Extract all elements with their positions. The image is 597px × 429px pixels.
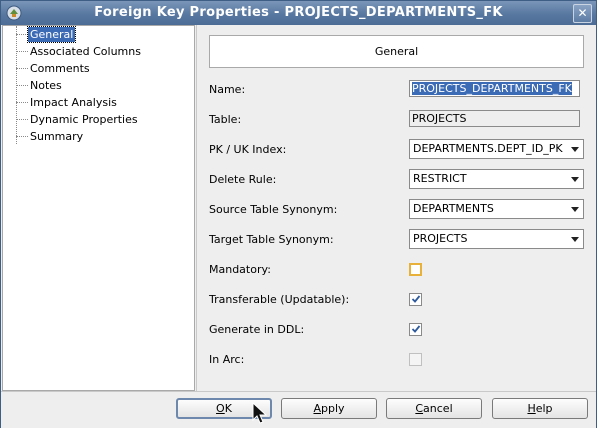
table-label: Table: xyxy=(209,113,242,126)
delete-rule-label: Delete Rule: xyxy=(209,173,277,186)
ok-mnemonic: O xyxy=(216,402,225,415)
delete-rule-value: RESTRICT xyxy=(413,172,467,185)
apply-mnemonic: A xyxy=(313,402,321,415)
navigation-tree: General Associated Columns Comments Note… xyxy=(2,25,195,391)
nav-item-label: Notes xyxy=(30,79,62,92)
apply-button[interactable]: Apply xyxy=(281,398,377,419)
nav-item-label: Summary xyxy=(30,130,84,143)
cancel-mnemonic: C xyxy=(415,402,424,415)
chevron-down-icon xyxy=(570,234,580,244)
target-table-synonym-select[interactable]: PROJECTS xyxy=(409,229,584,249)
title-bar[interactable]: Foreign Key Properties - PROJECTS_DEPART… xyxy=(1,1,596,25)
dialog-body: General Associated Columns Comments Note… xyxy=(1,25,596,391)
checkmark-icon xyxy=(411,295,421,303)
mandatory-label: Mandatory: xyxy=(209,263,271,276)
in-arc-label: In Arc: xyxy=(209,353,245,366)
source-table-synonym-select[interactable]: DEPARTMENTS xyxy=(409,199,584,219)
general-properties-panel: General Name: PROJECTS_DEPARTMENTS_FK Ta… xyxy=(196,25,596,391)
nav-item-label: Comments xyxy=(30,62,90,75)
mandatory-checkbox[interactable] xyxy=(409,263,422,276)
cancel-button[interactable]: Cancel xyxy=(386,398,482,419)
button-bar: OK Apply Cancel Help xyxy=(1,391,596,428)
help-label-rest: elp xyxy=(535,402,553,415)
help-mnemonic: H xyxy=(527,402,536,415)
name-field-value: PROJECTS_DEPARTMENTS_FK xyxy=(412,82,572,95)
panel-header: General xyxy=(209,35,584,68)
ok-label-rest: K xyxy=(224,402,232,415)
transferable-label: Transferable (Updatable): xyxy=(209,293,350,306)
chevron-down-icon xyxy=(570,144,580,154)
apply-label-rest: pply xyxy=(321,402,345,415)
checkmark-icon xyxy=(411,325,421,333)
generate-in-ddl-checkbox[interactable] xyxy=(409,323,422,336)
delete-rule-select[interactable]: RESTRICT xyxy=(409,169,584,189)
cancel-label-rest: ancel xyxy=(423,402,453,415)
close-icon[interactable]: ✕ xyxy=(573,4,592,23)
nav-item-label: Associated Columns xyxy=(30,45,141,58)
pk-uk-index-value: DEPARTMENTS.DEPT_ID_PK xyxy=(413,142,563,155)
source-table-synonym-value: DEPARTMENTS xyxy=(413,202,494,215)
chevron-down-icon xyxy=(570,204,580,214)
transferable-checkbox[interactable] xyxy=(409,293,422,306)
nav-item-label: General xyxy=(26,26,77,43)
pk-uk-index-label: PK / UK Index: xyxy=(209,143,287,156)
help-button[interactable]: Help xyxy=(492,398,588,419)
table-field: PROJECTS xyxy=(409,110,580,127)
target-table-synonym-value: PROJECTS xyxy=(413,232,468,245)
mouse-pointer-icon xyxy=(252,401,268,429)
target-table-synonym-label: Target Table Synonym: xyxy=(209,233,334,246)
window-title: Foreign Key Properties - PROJECTS_DEPART… xyxy=(94,5,503,20)
name-field[interactable]: PROJECTS_DEPARTMENTS_FK xyxy=(409,80,580,97)
chevron-down-icon xyxy=(570,174,580,184)
source-table-synonym-label: Source Table Synonym: xyxy=(209,203,338,216)
in-arc-checkbox xyxy=(409,353,422,366)
pk-uk-index-select[interactable]: DEPARTMENTS.DEPT_ID_PK xyxy=(409,139,584,159)
nav-item-label: Dynamic Properties xyxy=(30,113,138,126)
nav-item-label: Impact Analysis xyxy=(30,96,117,109)
name-label: Name: xyxy=(209,83,246,96)
foreign-key-properties-dialog: Foreign Key Properties - PROJECTS_DEPART… xyxy=(0,0,597,428)
generate-in-ddl-label: Generate in DDL: xyxy=(209,323,305,336)
